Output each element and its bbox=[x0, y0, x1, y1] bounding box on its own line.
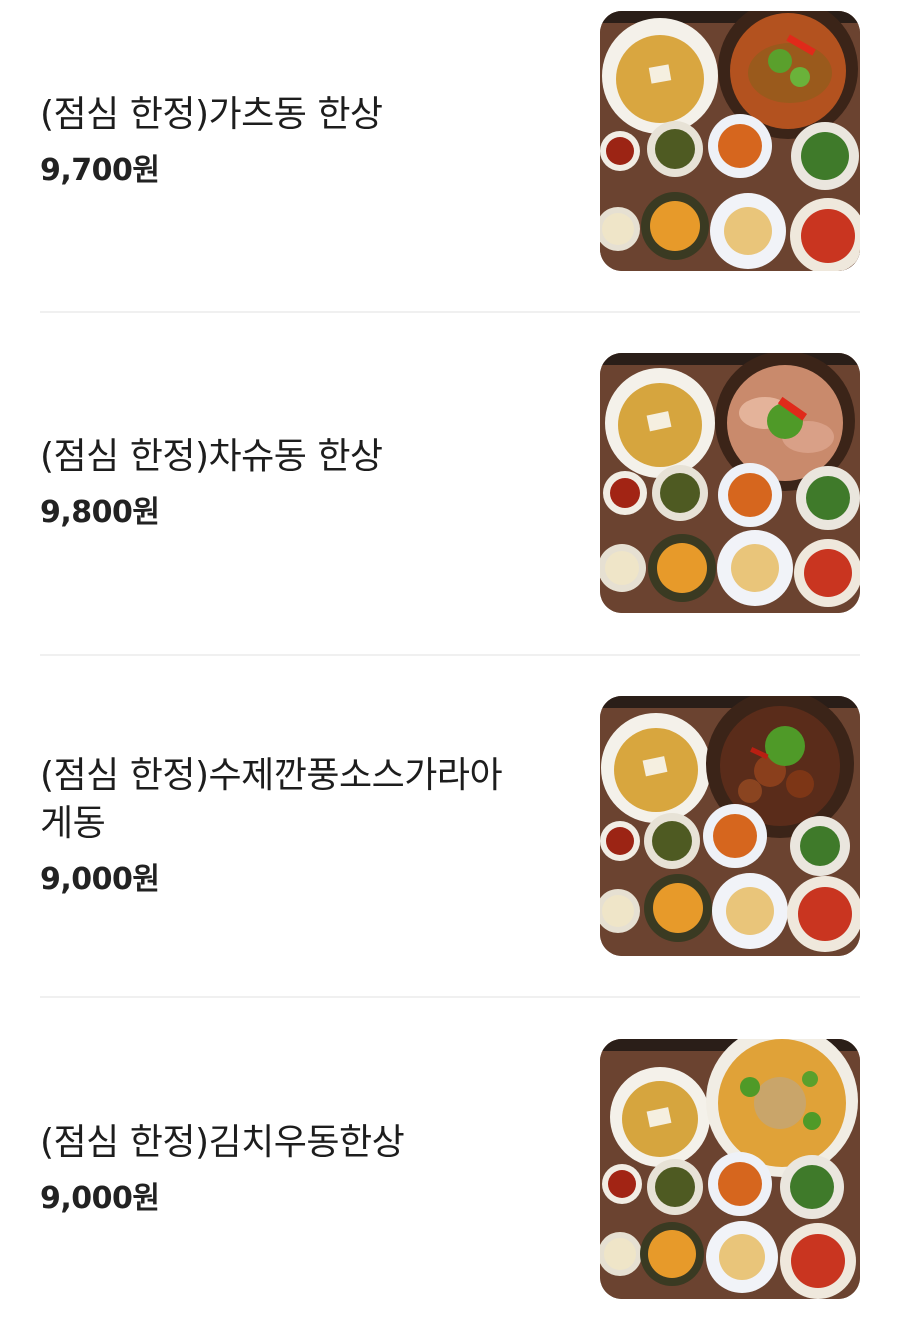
menu-item-text: (점심 한정)가츠동 한상 9,700원 bbox=[40, 11, 570, 271]
menu-item-name-line2: 게동 bbox=[40, 803, 106, 844]
chashudon-set-photo[interactable] bbox=[600, 353, 860, 613]
menu-item-price: 9,000원 bbox=[40, 1181, 160, 1216]
menu-item-text: (점심 한정)김치우동한상 9,000원 bbox=[40, 1039, 570, 1299]
menu-item-name-line1: (점심 한정)수제깐풍소스가라아 bbox=[40, 755, 503, 796]
menu-item-name: (점심 한정)김치우동한상 bbox=[40, 1122, 405, 1163]
menu-item-name: (점심 한정)가츠동 한상 bbox=[40, 94, 383, 135]
karaagedon-set-photo[interactable] bbox=[600, 696, 860, 956]
food-photo-icon bbox=[600, 11, 860, 271]
menu-item-name: (점심 한정)차슈동 한상 bbox=[40, 436, 383, 477]
divider bbox=[40, 996, 860, 998]
menu-item-karaagedon[interactable]: (점심 한정)수제깐풍소스가라아 게동 9,000원 bbox=[40, 696, 860, 956]
menu-item-price: 9,700원 bbox=[40, 153, 160, 188]
divider bbox=[40, 654, 860, 656]
menu-item-price: 9,000원 bbox=[40, 862, 160, 897]
katsudon-set-photo[interactable] bbox=[600, 11, 860, 271]
food-photo-icon bbox=[600, 696, 860, 956]
menu-item-chashudon[interactable]: (점심 한정)차슈동 한상 9,800원 bbox=[40, 353, 860, 613]
menu-item-text: (점심 한정)차슈동 한상 9,800원 bbox=[40, 353, 570, 613]
menu-item-kimchi-udon[interactable]: (점심 한정)김치우동한상 9,000원 bbox=[40, 1039, 860, 1299]
kimchi-udon-set-photo[interactable] bbox=[600, 1039, 860, 1299]
divider bbox=[40, 311, 860, 313]
menu-item-price: 9,800원 bbox=[40, 495, 160, 530]
menu-list: (점심 한정)가츠동 한상 9,700원 (점심 한정)차슈동 한상 9,800… bbox=[0, 0, 900, 1327]
food-photo-icon bbox=[600, 353, 860, 613]
menu-item-name: (점심 한정)수제깐풍소스가라아 게동 bbox=[40, 752, 570, 848]
food-photo-icon bbox=[600, 1039, 860, 1299]
menu-item-katsudon[interactable]: (점심 한정)가츠동 한상 9,700원 bbox=[40, 11, 860, 271]
menu-item-text: (점심 한정)수제깐풍소스가라아 게동 9,000원 bbox=[40, 696, 570, 956]
